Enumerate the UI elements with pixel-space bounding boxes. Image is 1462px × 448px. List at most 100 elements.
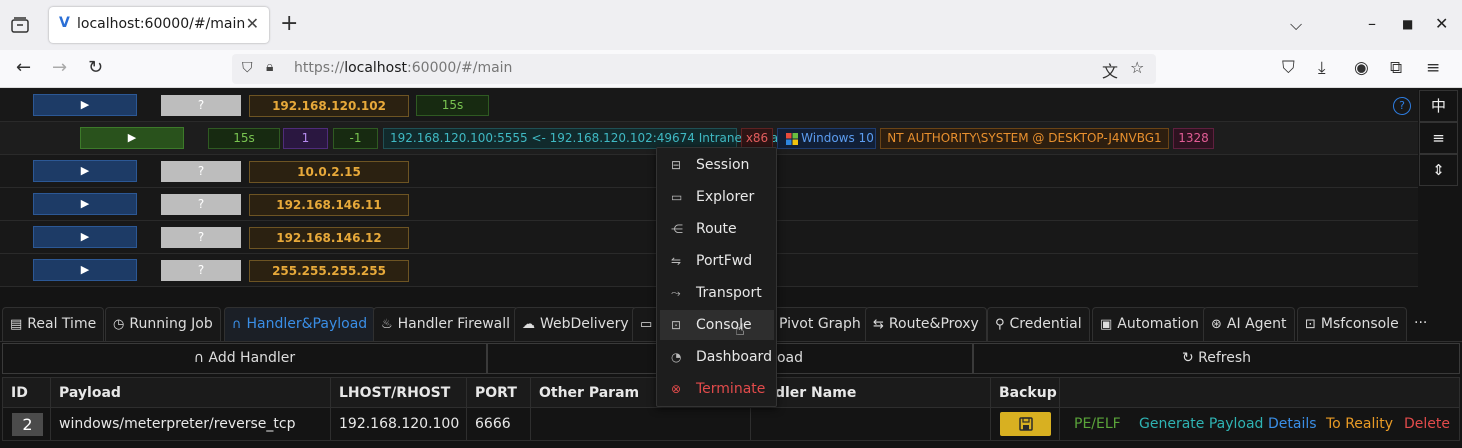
account-icon[interactable]: ◉ <box>1354 58 1369 78</box>
translate-icon[interactable]: 文 <box>1102 58 1118 82</box>
folder-icon: ▭ <box>640 317 653 332</box>
save-backup-button[interactable] <box>1000 412 1051 436</box>
fit-height-button[interactable]: ⇕ <box>1419 154 1458 186</box>
tab-ai-agent[interactable]: ⊛ AI Agent <box>1203 307 1295 341</box>
menu-item-terminate[interactable]: ⊗ Terminate <box>660 374 774 404</box>
column-header-lhost: LHOST/RHOST <box>331 378 467 408</box>
details-link[interactable]: Details <box>1268 408 1317 440</box>
session-job-tag: -1 <box>333 128 378 149</box>
tab-label: Handler Firewall <box>397 316 511 332</box>
column-header-id: ID <box>3 378 51 408</box>
menu-item-portfwd[interactable]: ⇋ PortFwd <box>660 246 774 276</box>
expand-session-button[interactable]: ▶ <box>33 160 137 182</box>
session-pid-tag: 1328 <box>1173 128 1214 149</box>
expand-session-button[interactable]: ▶ <box>33 193 137 215</box>
menu-item-dashboard[interactable]: ◔ Dashboard <box>660 342 774 372</box>
automation-icon: ▣ <box>1100 317 1113 332</box>
tab-automation[interactable]: ▣ Automation <box>1092 307 1207 341</box>
to-reality-link[interactable]: To Reality <box>1326 408 1393 440</box>
tab-label: Msfconsole <box>1320 316 1399 332</box>
lock-icon[interactable]: 🔒︎ <box>266 59 273 75</box>
expand-session-button[interactable]: ▶ <box>33 94 137 116</box>
expand-session-button[interactable]: ▶ <box>33 226 137 248</box>
url-bar[interactable]: ⛉ 🔒︎ https://localhost:60000/#/main 文 ☆ <box>232 54 1156 84</box>
add-handler-button[interactable]: ∩ Add Handler <box>2 343 487 374</box>
tab-handler-payload[interactable]: ∩ Handler&Payload <box>224 307 376 341</box>
list-all-tabs-icon[interactable]: ⌵ <box>1290 15 1302 35</box>
menu-item-route[interactable]: ⋲ Route <box>660 214 774 244</box>
key-icon: ⚲ <box>995 317 1005 332</box>
bookmark-star-icon[interactable]: ☆ <box>1130 58 1144 77</box>
back-icon[interactable]: ← <box>16 57 31 79</box>
session-heartbeat-tag: 15s <box>208 128 280 149</box>
maximize-icon[interactable]: ■ <box>1402 17 1413 31</box>
tab-handler-firewall[interactable]: ♨ Handler Firewall <box>373 307 519 341</box>
tab-route-proxy[interactable]: ⇆ Route&Proxy <box>865 307 987 341</box>
payload-cell: windows/meterpreter/reverse_tcp <box>51 408 331 440</box>
tab-running-job[interactable]: ◷ Running Job <box>105 307 221 341</box>
pe-elf-link[interactable]: PE/ELF <box>1074 408 1121 440</box>
menu-item-explorer[interactable]: ▭ Explorer <box>660 182 774 212</box>
tab-label: Handler&Payload <box>246 316 368 332</box>
menu-item-console[interactable]: ⊡ Console <box>660 310 774 340</box>
save-icon <box>1018 417 1033 431</box>
id-badge: 2 <box>12 413 43 436</box>
tab-label: Pivot Graph <box>779 316 861 332</box>
forward-icon[interactable]: → <box>52 57 67 79</box>
reload-icon[interactable]: ↻ <box>88 57 103 79</box>
url-text[interactable]: https://localhost:60000/#/main <box>294 60 512 76</box>
delete-link[interactable]: Delete <box>1404 408 1450 440</box>
downloads-icon[interactable]: ⤓ <box>1318 58 1326 78</box>
tab-label: Credential <box>1009 316 1082 332</box>
tabs-more-button[interactable]: ··· <box>1407 307 1434 341</box>
lhost-cell: 192.168.120.100 <box>331 408 467 440</box>
tab-pivot-graph[interactable]: Pivot Graph <box>772 307 869 341</box>
minimize-icon[interactable]: – <box>1368 14 1376 33</box>
session-id-tag: 1 <box>283 128 328 149</box>
new-tab-icon[interactable]: + <box>280 12 298 36</box>
refresh-button[interactable]: ↻ Refresh <box>973 343 1460 374</box>
menu-item-label: Route <box>696 221 737 237</box>
cloud-icon: ☁ <box>522 317 535 332</box>
refresh-label: Refresh <box>1198 350 1252 366</box>
tab-msfconsole[interactable]: ⊡ Msfconsole <box>1297 307 1407 341</box>
other-param-cell <box>531 408 751 440</box>
pocket-icon[interactable]: ⛉ <box>1282 58 1295 78</box>
tab-webdelivery[interactable]: ☁ WebDelivery <box>514 307 637 341</box>
menu-icon[interactable]: ≡ <box>1426 58 1440 78</box>
fire-icon: ♨ <box>381 317 393 332</box>
session-os-tag: Windows 10 <box>777 128 876 149</box>
tab-real-time[interactable]: ▤ Real Time <box>2 307 105 341</box>
expand-session-button[interactable]: ▶ <box>33 259 137 281</box>
terminate-icon: ⊗ <box>671 382 682 396</box>
dashboard-icon: ◔ <box>671 350 682 364</box>
add-handler-label: Add Handler <box>208 350 296 366</box>
close-window-icon[interactable]: ✕ <box>1435 14 1448 33</box>
extensions-icon[interactable]: ⧉ <box>1390 58 1402 78</box>
headset-icon: ∩ <box>193 350 209 366</box>
monitor-icon: ▭ <box>671 190 683 204</box>
align-button[interactable]: ≡ <box>1419 122 1458 154</box>
session-ip-tag: 192.168.146.11 <box>249 194 409 216</box>
tab-list-icon[interactable] <box>10 15 30 35</box>
shield-icon[interactable]: ⛉ <box>242 60 253 76</box>
menu-item-session[interactable]: ⊟ Session <box>660 150 774 180</box>
menu-item-label: Explorer <box>696 189 755 205</box>
transport-icon: ⤳ <box>671 286 681 300</box>
console-icon: ⊡ <box>1305 317 1316 332</box>
column-header-backup: Backup <box>991 378 1060 408</box>
tab-label: Real Time <box>27 316 97 332</box>
close-tab-icon[interactable]: ✕ <box>246 14 259 33</box>
session-unknown-tag: ? <box>161 194 241 215</box>
menu-item-transport[interactable]: ⤳ Transport <box>660 278 774 308</box>
help-icon[interactable]: ? <box>1393 97 1411 115</box>
generate-payload-link[interactable]: Generate Payload <box>1139 408 1263 440</box>
tab-label: AI Agent <box>1226 316 1287 332</box>
session-unknown-tag: ? <box>161 95 241 116</box>
ai-icon: ⊛ <box>1211 317 1222 332</box>
open-session-button[interactable]: ▶ <box>80 127 184 149</box>
browser-tab[interactable]: V localhost:60000/#/main ✕ <box>49 7 269 43</box>
language-toggle-button[interactable]: 中 <box>1419 90 1458 122</box>
tab-credential[interactable]: ⚲ Credential <box>987 307 1090 341</box>
windows-logo-icon <box>786 133 798 145</box>
